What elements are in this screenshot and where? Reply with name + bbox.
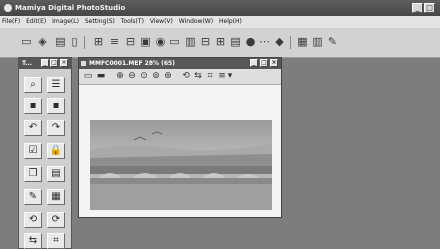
menu-tools[interactable]: Tools(T) — [119, 16, 146, 28]
full-icon[interactable]: ▬ — [96, 71, 106, 82]
pen-tool-icon[interactable]: ✎ — [24, 189, 42, 205]
settings-icon[interactable]: ✎ — [326, 36, 339, 48]
camera-icon[interactable]: ◉ — [154, 36, 167, 48]
chevron-down-icon[interactable]: ▾ — [227, 71, 233, 82]
copy-tool-icon[interactable]: ❐ — [24, 166, 42, 182]
palette-close-button[interactable]: × — [60, 59, 68, 67]
color-icon[interactable]: ◆ — [273, 36, 286, 48]
toolbar-separator — [290, 36, 291, 49]
flip-icon[interactable]: ⇆ — [193, 71, 203, 82]
image-file-icon — [81, 61, 86, 66]
save-as-tool-icon[interactable]: ▪ — [47, 98, 65, 114]
layers-tool-icon[interactable]: ▦ — [47, 189, 65, 205]
menu-help[interactable]: Help(H) — [217, 16, 244, 28]
redo-tool-icon[interactable]: ↷ — [47, 120, 65, 136]
rotate-icon[interactable]: ⟲ — [181, 71, 191, 82]
minimize-button[interactable]: _ — [412, 3, 423, 13]
disc-icon[interactable]: ● — [244, 36, 257, 48]
batch-icon[interactable]: ⊞ — [214, 36, 227, 48]
crop-tool-icon[interactable]: ⌗ — [47, 233, 65, 249]
print-icon[interactable]: ⊞ — [92, 36, 105, 48]
image-toolbar: ▭ ▬ ⊕ ⊖ ⊙ ⊚ ⊛ ⟲ ⇆ ⌗ ≡ ▾ — [79, 69, 281, 85]
image-window-title: MMFC0001.MEF 28% (65) — [89, 60, 175, 67]
menu-image[interactable]: Image(L) — [50, 16, 81, 28]
menu-window[interactable]: Window(W) — [177, 16, 215, 28]
card-icon[interactable]: ▤ — [229, 36, 242, 48]
flip-tool-icon[interactable]: ⇆ — [24, 233, 42, 249]
layer-icon[interactable]: ⊟ — [124, 36, 137, 48]
image-close-button[interactable]: × — [270, 59, 278, 67]
menu-edit[interactable]: Edit(E) — [24, 16, 48, 28]
zoom-100-icon[interactable]: ⊙ — [139, 71, 149, 82]
browse-icon[interactable]: ▤ — [54, 36, 67, 48]
zoom-in-icon[interactable]: ⊕ — [115, 71, 125, 82]
undo-tool-icon[interactable]: ↶ — [24, 120, 42, 136]
grid-icon[interactable]: ▥ — [184, 36, 197, 48]
zoom-tool-icon[interactable]: ⌕ — [24, 77, 42, 93]
image-restore-button[interactable]: □ — [260, 59, 268, 67]
filter-icon[interactable]: ▥ — [311, 36, 324, 48]
zoom-fit-icon[interactable]: ⊚ — [151, 71, 161, 82]
image-window: MMFC0001.MEF 28% (65) _ □ × ▭ ▬ ⊕ ⊖ ⊙ ⊚ … — [78, 57, 282, 218]
rotate-right-tool-icon[interactable]: ⟳ — [47, 212, 65, 228]
film-icon[interactable]: ≡ — [108, 36, 121, 48]
zoom-out-icon[interactable]: ⊖ — [127, 71, 137, 82]
image-minimize-button[interactable]: _ — [250, 59, 258, 67]
save-tool-icon[interactable]: ▪ — [24, 98, 42, 114]
palette-restore-button[interactable]: □ — [50, 59, 58, 67]
main-toolbar: ▭ ◈ ▤ ▯ ⊞ ≡ ⊟ ▣ ◉ ▭ ▥ ⊟ ⊞ ▤ ● ⋯ ◆ ▦ ▥ ✎ — [0, 28, 440, 58]
transfer-icon[interactable]: ⋯ — [258, 36, 271, 48]
fit-icon[interactable]: ▭ — [83, 71, 93, 82]
title-bar: Mamiya Digital PhotoStudio _ □ — [0, 0, 440, 16]
photo-bridge — [90, 120, 272, 210]
crop-icon[interactable]: ⌗ — [205, 71, 215, 82]
app-icon — [4, 4, 12, 12]
tool-palette: T... _ □ × ⌕ ☰ ▪ ▪ ↶ ↷ ☑ 🔒 ❐ ▤ ✎ ▦ ⟲ ⟳ ⇆… — [18, 57, 72, 249]
page-icon[interactable]: ▯ — [68, 36, 81, 48]
paste-tool-icon[interactable]: ▤ — [47, 166, 65, 182]
checkbox-tool-icon[interactable]: ☑ — [24, 143, 42, 159]
palette-title: T... — [22, 60, 33, 67]
open-icon[interactable]: ▭ — [20, 36, 33, 48]
monitor-icon[interactable]: ▭ — [168, 36, 181, 48]
toolbar-separator — [84, 36, 85, 49]
zoom-custom-icon[interactable]: ⊛ — [163, 71, 173, 82]
menu-setting[interactable]: Setting(S) — [83, 16, 117, 28]
palette-title-bar: T... _ □ × — [19, 58, 71, 69]
palette-minimize-button[interactable]: _ — [41, 59, 49, 67]
rotate-left-tool-icon[interactable]: ⟲ — [24, 212, 42, 228]
lock-tool-icon[interactable]: 🔒 — [47, 143, 65, 159]
window-title: Mamiya Digital PhotoStudio — [15, 4, 126, 12]
maximize-button[interactable]: □ — [424, 3, 435, 13]
menu-view[interactable]: View(V) — [148, 16, 175, 28]
image-window-title-bar: MMFC0001.MEF 28% (65) _ □ × — [79, 58, 281, 69]
export-icon[interactable]: ▦ — [296, 36, 309, 48]
adjust-icon[interactable]: ⊟ — [199, 36, 212, 48]
scan-icon[interactable]: ◈ — [36, 36, 49, 48]
preview-icon[interactable]: ▣ — [139, 36, 152, 48]
options-icon[interactable]: ≡ — [217, 71, 227, 82]
menu-bar: File(F) Edit(E) Image(L) Setting(S) Tool… — [0, 16, 440, 28]
menu-file[interactable]: File(F) — [0, 16, 22, 28]
list-tool-icon[interactable]: ☰ — [47, 77, 65, 93]
